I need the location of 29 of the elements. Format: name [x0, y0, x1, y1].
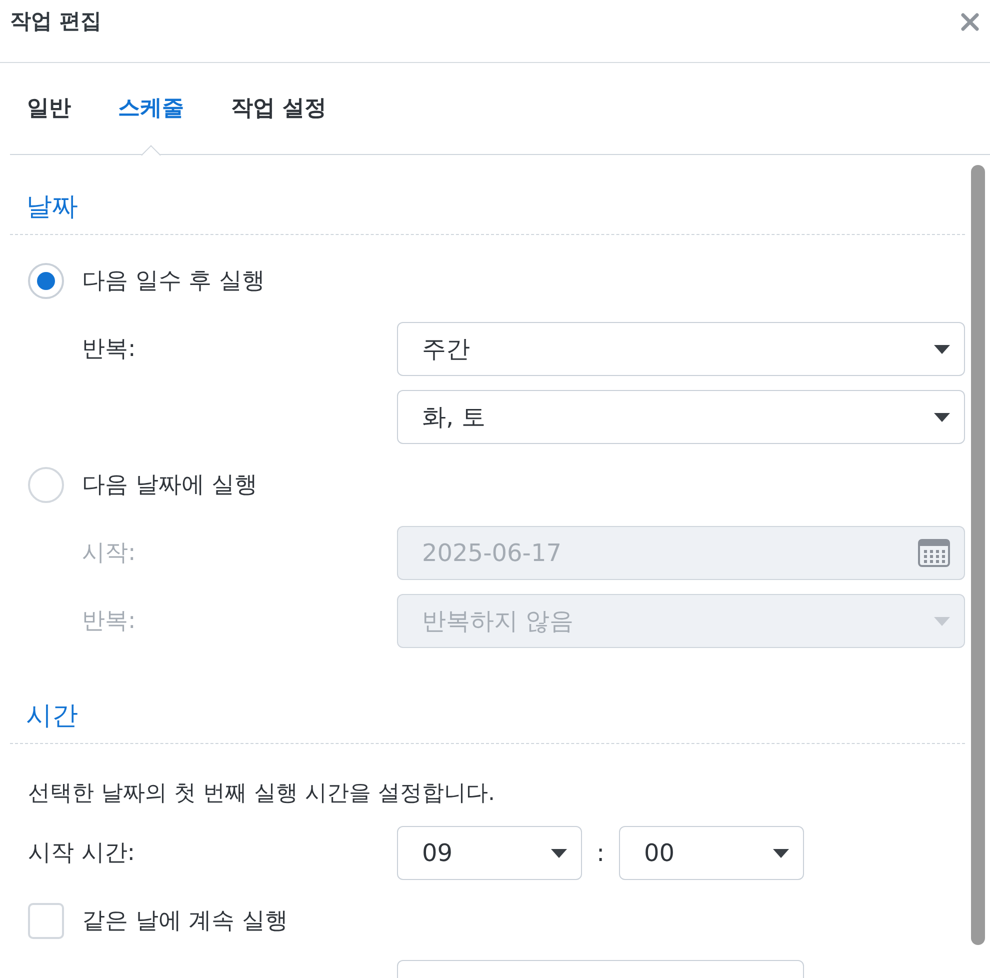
- scrollbar-thumb[interactable]: [971, 165, 985, 945]
- tab[interactable]: 스케줄: [118, 63, 184, 154]
- description-text: 선택한 날짜의 첫 번째 실행 시간을 설정합니다.: [28, 780, 495, 808]
- dropdown-caret-icon: [934, 412, 950, 422]
- radio-label: 다음 일수 후 실행: [82, 266, 265, 296]
- dropdown-caret-icon: [934, 616, 950, 626]
- radio-button[interactable]: [28, 467, 64, 503]
- field-label: 시작:: [82, 540, 136, 566]
- time-separator: :: [595, 838, 606, 869]
- section-title: 날짜: [26, 194, 78, 220]
- section-title: 시간: [26, 703, 78, 729]
- radio-label: 다음 날짜에 실행: [82, 470, 258, 500]
- tab[interactable]: 작업 설정: [231, 63, 327, 154]
- dropdown-field[interactable]: 00: [619, 826, 804, 880]
- field-label: 시작 시간:: [28, 840, 136, 866]
- window-title: 작업 편집: [10, 8, 102, 36]
- dropdown-caret-icon: [551, 848, 567, 858]
- dropdown-field[interactable]: 주간: [397, 322, 965, 376]
- dropdown-field[interactable]: 09: [397, 826, 582, 880]
- dropdown-caret-icon: [934, 344, 950, 354]
- radio-button[interactable]: [28, 263, 64, 299]
- field-label: 반복:: [82, 336, 136, 362]
- calendar-icon[interactable]: [918, 539, 950, 567]
- checkbox-label: 같은 날에 계속 실행: [82, 906, 288, 936]
- tab[interactable]: 일반: [27, 63, 71, 154]
- dropdown-field[interactable]: 화, 토: [397, 390, 965, 444]
- dropdown-caret-icon: [773, 848, 789, 858]
- checkbox[interactable]: [28, 903, 64, 939]
- field-label: 반복:: [82, 608, 136, 634]
